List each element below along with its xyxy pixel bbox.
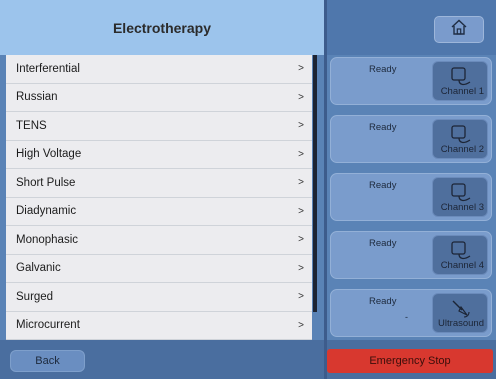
ultrasound-card[interactable]: Ready - Ultrasound [330,289,492,337]
list-scrollbar[interactable] [313,55,317,312]
channel-2-card[interactable]: Ready Channel 2 [330,115,492,163]
list-item-label: TENS [16,119,47,132]
channel-status: Ready [369,64,397,75]
list-item-interferential[interactable]: Interferential > [6,55,312,84]
ultrasound-value: - [405,312,408,322]
modality-list: Interferential > Russian > TENS > High V… [6,55,312,340]
chevron-right-icon: > [298,205,304,217]
channel-label: Channel 2 [440,144,484,155]
list-item-label: Russian [16,91,58,104]
page-header: Electrotherapy [0,0,324,55]
chevron-right-icon: > [298,262,304,274]
channel-status: Ready [369,238,397,249]
list-item-russian[interactable]: Russian > [6,84,312,112]
list-item-label: Monophasic [16,233,79,246]
list-item-surged[interactable]: Surged > [6,283,312,312]
list-item-tens[interactable]: TENS > [6,112,312,141]
chevron-right-icon: > [298,63,304,75]
list-item-short-pulse[interactable]: Short Pulse > [6,169,312,198]
chevron-right-icon: > [298,177,304,189]
channel-1-card[interactable]: Ready Channel 1 [330,57,492,105]
list-item-diadynamic[interactable]: Diadynamic > [6,198,312,226]
channel-3-button[interactable]: Channel 3 [432,177,488,217]
channel-status: Ready [369,122,397,133]
home-button[interactable] [434,16,484,43]
list-item-monophasic[interactable]: Monophasic > [6,226,312,255]
back-button[interactable]: Back [10,350,85,372]
channel-label: Channel 3 [440,202,484,213]
list-item-label: Short Pulse [16,176,76,189]
chevron-right-icon: > [298,234,304,246]
list-item-microcurrent[interactable]: Microcurrent > [6,312,312,340]
chevron-right-icon: > [298,91,304,103]
chevron-right-icon: > [298,120,304,132]
channel-status: Ready [369,296,397,307]
electrotherapy-screen: Electrotherapy Interferential > Russian … [0,0,496,379]
list-item-label: High Voltage [16,148,82,161]
panel-divider [324,0,327,379]
list-item-galvanic[interactable]: Galvanic > [6,255,312,283]
channel-label: Channel 1 [440,86,484,97]
channel-4-button[interactable]: Channel 4 [432,235,488,275]
page-title: Electrotherapy [112,19,212,36]
list-item-label: Microcurrent [16,319,80,332]
list-item-high-voltage[interactable]: High Voltage > [6,141,312,169]
list-item-label: Diadynamic [16,205,77,218]
chevron-right-icon: > [298,319,304,331]
emergency-stop-button[interactable]: Emergency Stop [327,349,493,373]
list-item-label: Surged [16,290,54,303]
home-icon [450,18,468,41]
channel-1-button[interactable]: Channel 1 [432,61,488,101]
ultrasound-button[interactable]: Ultrasound [432,293,488,333]
channel-label: Ultrasound [438,318,484,329]
channel-label: Channel 4 [440,260,484,271]
channel-status: Ready [369,180,397,191]
list-item-label: Interferential [16,62,80,75]
list-item-label: Galvanic [16,262,61,275]
chevron-right-icon: > [298,148,304,160]
chevron-right-icon: > [298,291,304,303]
channel-2-button[interactable]: Channel 2 [432,119,488,159]
channel-3-card[interactable]: Ready Channel 3 [330,173,492,221]
channel-4-card[interactable]: Ready Channel 4 [330,231,492,279]
